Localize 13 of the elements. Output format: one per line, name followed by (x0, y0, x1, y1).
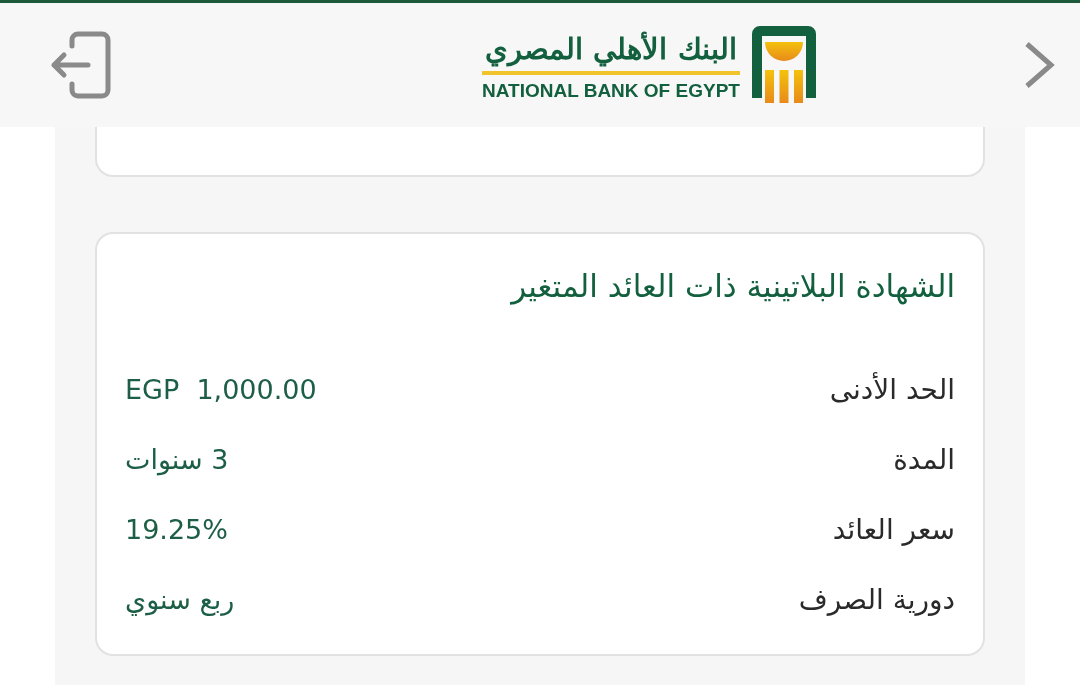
detail-value: EGP 1,000.00 (125, 373, 317, 405)
detail-value: 19.25% (125, 513, 228, 545)
logout-button[interactable] (50, 30, 112, 100)
bank-logo-english: NATIONAL BANK OF EGYPT (482, 81, 740, 101)
detail-label: الحد الأدنى (829, 372, 955, 406)
detail-label: سعر العائد (832, 512, 955, 546)
detail-label: دورية الصرف (798, 582, 955, 616)
certificate-title: الشهادة البلاتينية ذات العائد المتغير (509, 267, 955, 307)
bank-logo-arabic: البنك الأهلي المصري (484, 30, 738, 69)
logout-icon (50, 30, 112, 100)
detail-label: المدة (893, 442, 955, 476)
detail-value: ربع سنوي (125, 583, 235, 615)
detail-value: 3 سنوات (125, 443, 229, 475)
